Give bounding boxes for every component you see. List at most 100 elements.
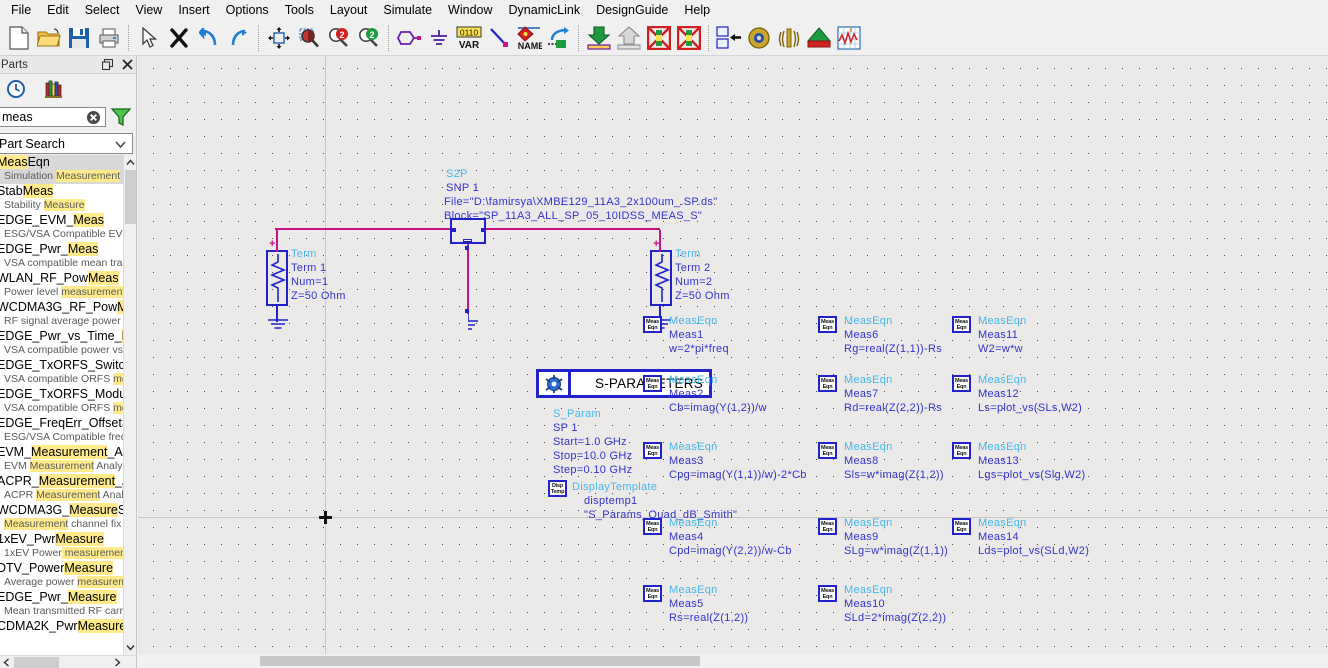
menu-item-tools[interactable]: Tools	[277, 1, 322, 20]
wire-left[interactable]	[275, 228, 450, 230]
part-list-item[interactable]: EDGE_EVM_Meas ESG/VSA Compatible EVM	[0, 213, 123, 242]
meas-eqn-icon[interactable]: Meas Eqn	[818, 442, 837, 459]
origin-crosshair	[324, 511, 327, 524]
filter-funnel-icon[interactable]	[110, 106, 132, 128]
part-list-item[interactable]: StabMeasStability Measure	[0, 184, 123, 213]
schematic-layout-button[interactable]	[714, 23, 744, 53]
zoom-out-button[interactable]: 2	[354, 23, 384, 53]
zoom-in-button[interactable]: 2	[324, 23, 354, 53]
optimization-button[interactable]	[804, 23, 834, 53]
meas-eqn-icon[interactable]: Meas Eqn	[818, 316, 837, 333]
part-list-item[interactable]: EDGE_Pwr_Measure Mean transmitted RF carr…	[0, 590, 123, 619]
select-arrow-button[interactable]	[134, 23, 164, 53]
history-clock-button[interactable]	[4, 77, 28, 101]
redo-button[interactable]	[224, 23, 254, 53]
menu-item-designguide[interactable]: DesignGuide	[588, 1, 676, 20]
scroll-down-button[interactable]	[124, 640, 136, 655]
push-into-hierarchy-button[interactable]	[584, 23, 614, 53]
component-port-button[interactable]	[394, 23, 424, 53]
scroll-thumb[interactable]	[260, 656, 700, 666]
term2-top-wire[interactable]	[659, 230, 661, 252]
part-list-item[interactable]: WLAN_RF_PowMeas Power level measurement	[0, 271, 123, 300]
zoom-area-button[interactable]	[294, 23, 324, 53]
parts-list-vertical-scrollbar[interactable]	[123, 155, 136, 655]
meas-eqn-type-label: MeasEqn	[978, 441, 1027, 453]
part-list-item[interactable]: EDGE_Pwr_vs_Time_MeVSA compatible power …	[0, 329, 123, 358]
part-list-item[interactable]: CDMA2K_PwrMeasure	[0, 619, 123, 635]
parts-list[interactable]: MeasEqnSimulation MeasurementStabMeasSta…	[0, 155, 123, 655]
menu-item-window[interactable]: Window	[440, 1, 500, 20]
close-icon[interactable]	[120, 57, 134, 71]
part-list-item[interactable]: DTV_PowerMeasure Average power measurem	[0, 561, 123, 590]
search-field[interactable]	[0, 107, 106, 127]
undock-icon[interactable]	[100, 57, 114, 71]
deactivate-component-button[interactable]	[644, 23, 674, 53]
schematic-canvas[interactable]: S2P SNP 1 File="D:\famirsya\XMBE129_11A3…	[138, 56, 1328, 668]
scroll-up-button[interactable]	[124, 155, 136, 170]
scroll-thumb[interactable]	[125, 170, 136, 224]
meas-eqn-icon[interactable]: Meas Eqn	[952, 316, 971, 333]
menu-item-simulate[interactable]: Simulate	[375, 1, 440, 20]
search-input[interactable]	[0, 109, 86, 125]
menu-item-help[interactable]: Help	[676, 1, 718, 20]
meas-eqn-icon[interactable]: Meas Eqn	[643, 442, 662, 459]
menu-item-select[interactable]: Select	[77, 1, 128, 20]
menu-item-insert[interactable]: Insert	[170, 1, 217, 20]
ground-button[interactable]	[424, 23, 454, 53]
tuning-button[interactable]	[774, 23, 804, 53]
canvas-horizontal-scrollbar[interactable]	[138, 654, 1328, 668]
wire-s2p-ground[interactable]	[467, 244, 469, 314]
pop-out-hierarchy-button[interactable]	[614, 23, 644, 53]
undo-button[interactable]	[194, 23, 224, 53]
meas-eqn-icon[interactable]: Meas Eqn	[643, 518, 662, 535]
deactivate-all-button[interactable]	[674, 23, 704, 53]
wire-right[interactable]	[486, 228, 660, 230]
meas-eqn-icon[interactable]: Meas Eqn	[818, 518, 837, 535]
menu-item-file[interactable]: File	[3, 1, 39, 20]
var-eqn-button[interactable]: 0110 VAR	[454, 23, 484, 53]
meas-eqn-icon[interactable]: Meas Eqn	[643, 316, 662, 333]
part-list-item[interactable]: EVM_Measurement_AnEVM Measurement Analy	[0, 445, 123, 474]
part-list-item[interactable]: WCDMA3G_RF_PowMRF signal average power	[0, 300, 123, 329]
scroll-thumb[interactable]	[14, 657, 59, 668]
delete-button[interactable]	[164, 23, 194, 53]
open-folder-button[interactable]	[34, 23, 64, 53]
part-list-item[interactable]: EDGE_TxORFS_ModulaVSA compatible ORFS me	[0, 387, 123, 416]
simulate-button[interactable]	[744, 23, 774, 53]
insert-pin-button[interactable]	[544, 23, 574, 53]
meas-eqn-icon[interactable]: Meas Eqn	[643, 585, 662, 602]
print-button[interactable]	[94, 23, 124, 53]
wire-button[interactable]	[484, 23, 514, 53]
part-list-item[interactable]: ACPR_Measurement_AACPR Measurement Analy	[0, 474, 123, 503]
menu-item-layout[interactable]: Layout	[322, 1, 376, 20]
wire-name-button[interactable]: NAME	[514, 23, 544, 53]
part-list-item[interactable]: 1xEV_PwrMeasure 1xEV Power measuremen	[0, 532, 123, 561]
zoom-fit-button[interactable]	[264, 23, 294, 53]
meas-eqn-icon[interactable]: Meas Eqn	[818, 585, 837, 602]
part-list-item[interactable]: MeasEqn Simulation Measurement	[0, 155, 123, 184]
meas-eqn-icon[interactable]: Meas Eqn	[818, 375, 837, 392]
menu-item-dynamiclink[interactable]: DynamicLink	[501, 1, 589, 20]
library-books-button[interactable]	[42, 77, 66, 101]
part-search-combo[interactable]: Part Search	[0, 133, 133, 154]
part-list-item[interactable]: WCDMA3G_MeasureSmMeasurement channel fix	[0, 503, 123, 532]
part-list-item[interactable]: EDGE_FreqErr_OffsetSuESG/VSA Compatible …	[0, 416, 123, 445]
display-template-icon[interactable]: Disp Temp	[548, 480, 567, 497]
scroll-right-button[interactable]	[111, 656, 124, 668]
save-button[interactable]	[64, 23, 94, 53]
menu-item-edit[interactable]: Edit	[39, 1, 77, 20]
new-document-button[interactable]	[4, 23, 34, 53]
meas-eqn-icon[interactable]: Meas Eqn	[952, 375, 971, 392]
meas-eqn-icon[interactable]: Meas Eqn	[643, 375, 662, 392]
part-list-item[interactable]: EDGE_TxORFS_SwitchirVSA compatible ORFS …	[0, 358, 123, 387]
meas-eqn-icon[interactable]: Meas Eqn	[952, 442, 971, 459]
meas-eqn-icon[interactable]: Meas Eqn	[952, 518, 971, 535]
clear-x-icon[interactable]	[86, 110, 101, 125]
term1-top-wire[interactable]	[276, 230, 278, 252]
menu-item-options[interactable]: Options	[218, 1, 277, 20]
scroll-left-button[interactable]	[0, 656, 13, 668]
data-display-button[interactable]	[834, 23, 864, 53]
part-list-item[interactable]: EDGE_Pwr_Meas VSA compatible mean tra	[0, 242, 123, 271]
parts-list-horizontal-scrollbar[interactable]	[0, 655, 136, 668]
menu-item-view[interactable]: View	[127, 1, 170, 20]
